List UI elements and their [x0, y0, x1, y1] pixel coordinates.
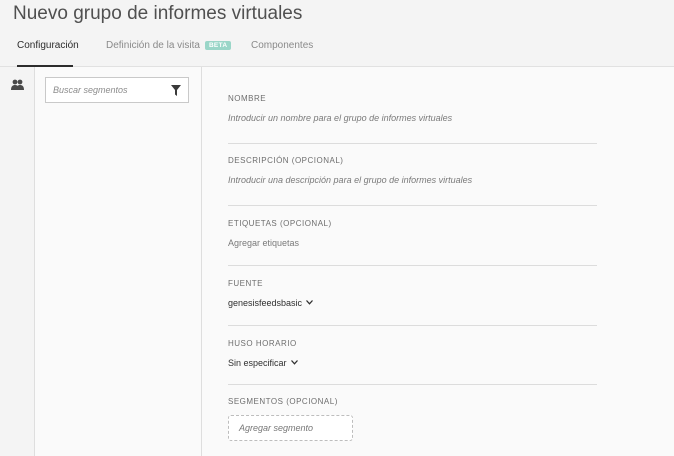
timezone-dropdown[interactable]: Sin especificar: [228, 358, 597, 368]
segments-section: SEGMENTOS (OPCIONAL) Agregar segmento: [228, 397, 597, 441]
description-input[interactable]: Introducir una descripción para el grupo…: [228, 175, 597, 185]
timezone-label: HUSO HORARIO: [228, 339, 297, 348]
tab-label: Componentes: [251, 40, 314, 51]
description-section: DESCRIPCIÓN (OPCIONAL) Introducir una de…: [228, 156, 597, 185]
tags-label: ETIQUETAS (OPCIONAL): [228, 219, 332, 228]
tab-label: Configuración: [17, 40, 79, 51]
tags-section: ETIQUETAS (OPCIONAL) Agregar etiquetas: [228, 219, 597, 248]
source-label: FUENTE: [228, 279, 263, 288]
header: Nuevo grupo de informes virtuales Config…: [0, 0, 674, 67]
divider: [228, 265, 597, 266]
name-section: NOMBRE Introducir un nombre para el grup…: [228, 94, 597, 123]
timezone-section: HUSO HORARIO Sin especificar: [228, 339, 597, 368]
chevron-down-icon: [290, 360, 298, 365]
divider: [228, 325, 597, 326]
tab-definicion-visita[interactable]: Definición de la visita BETA: [106, 40, 232, 66]
search-box: [45, 77, 189, 103]
source-section: FUENTE genesisfeedsbasic: [228, 279, 597, 308]
name-input[interactable]: Introducir un nombre para el grupo de in…: [228, 113, 597, 123]
tab-configuracion[interactable]: Configuración: [17, 40, 79, 67]
segments-panel: [35, 67, 202, 456]
divider: [228, 205, 597, 206]
chevron-down-icon: [306, 300, 314, 305]
tab-label: Definición de la visita: [106, 40, 200, 51]
left-rail: [0, 67, 35, 456]
timezone-value: Sin especificar: [228, 358, 287, 368]
settings-form: NOMBRE Introducir un nombre para el grup…: [202, 67, 674, 456]
add-segment-button[interactable]: Agregar segmento: [228, 415, 353, 441]
filter-icon[interactable]: [171, 85, 181, 96]
add-tags-link[interactable]: Agregar etiquetas: [228, 238, 597, 248]
search-segments-input[interactable]: [53, 78, 163, 102]
source-value: genesisfeedsbasic: [228, 298, 303, 308]
description-label: DESCRIPCIÓN (OPCIONAL): [228, 156, 344, 165]
source-dropdown[interactable]: genesisfeedsbasic: [228, 298, 597, 308]
people-icon[interactable]: [11, 79, 24, 91]
divider: [228, 143, 597, 144]
beta-badge: BETA: [204, 41, 232, 50]
divider: [228, 384, 597, 385]
page-title: Nuevo grupo de informes virtuales: [13, 3, 303, 24]
name-label: NOMBRE: [228, 94, 267, 103]
segments-label: SEGMENTOS (OPCIONAL): [228, 397, 338, 406]
tab-componentes[interactable]: Componentes: [251, 40, 313, 66]
